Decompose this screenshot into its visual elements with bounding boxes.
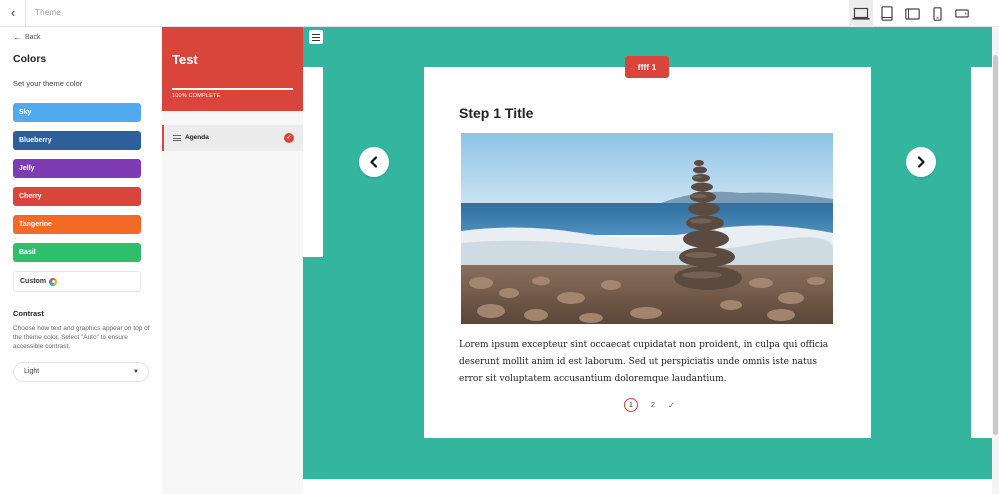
stacked-stones-photo xyxy=(461,133,833,324)
theme-settings-sidebar: ← Back Colors Set your theme color Sky B… xyxy=(0,27,162,494)
contrast-description: Choose how text and graphics appear on t… xyxy=(13,325,150,350)
colors-subtitle: Set your theme color xyxy=(13,79,83,88)
phone-portrait-icon xyxy=(932,6,942,21)
phone-landscape-view-button[interactable] xyxy=(950,0,974,27)
contrast-heading: Contrast xyxy=(13,309,44,318)
step-card: Step 1 Title Lorem ipsum excepteur sint … xyxy=(424,67,871,438)
swatch-sky[interactable]: Sky xyxy=(13,103,141,122)
outline-item-agenda[interactable]: Agenda ✓ xyxy=(162,125,303,151)
desktop-icon xyxy=(852,7,870,20)
hamburger-icon-line xyxy=(312,36,320,38)
swatch-tangerine[interactable]: Tangerine xyxy=(13,215,141,234)
caret-down-icon: ▼ xyxy=(133,369,139,375)
phone-landscape-icon xyxy=(955,9,969,18)
back-label: Back xyxy=(25,33,41,41)
back-chevron-icon[interactable]: ‹ xyxy=(6,5,20,21)
course-title: Test xyxy=(172,52,198,67)
page-indicator-1[interactable]: 1 xyxy=(624,398,638,412)
course-header: Test 100% COMPLETE xyxy=(162,27,303,111)
hamburger-icon-line xyxy=(312,39,320,41)
completed-check-icon: ✓ xyxy=(284,133,294,143)
arrow-left-icon: ← xyxy=(13,32,22,42)
progress-bar xyxy=(172,88,293,90)
outline-item-label: Agenda xyxy=(185,134,209,141)
chevron-left-icon xyxy=(370,156,378,168)
swatch-cherry[interactable]: Cherry xyxy=(13,187,141,206)
divider xyxy=(25,0,26,27)
color-wheel-icon xyxy=(49,277,58,286)
lesson-lines-icon xyxy=(173,135,181,141)
tablet-landscape-icon xyxy=(904,7,920,20)
custom-label: Custom xyxy=(20,278,47,285)
page-title: Theme xyxy=(35,8,61,17)
page-indicator-2[interactable]: 2 xyxy=(646,398,660,412)
tablet-portrait-icon xyxy=(881,6,893,21)
previous-card-edge xyxy=(303,67,323,257)
stage-footer xyxy=(303,479,992,494)
step-badge: ffff 1 xyxy=(625,56,669,78)
scrollbar-thumb[interactable] xyxy=(993,55,998,435)
tablet-landscape-view-button[interactable] xyxy=(900,0,924,27)
swatch-jelly[interactable]: Jelly xyxy=(13,159,141,178)
colors-heading: Colors xyxy=(13,53,47,65)
step-body-text: Lorem ipsum excepteur sint occaecat cupi… xyxy=(459,340,829,384)
contrast-select[interactable]: Light ▼ xyxy=(13,362,149,382)
contrast-select-value: Light xyxy=(24,368,40,375)
back-link[interactable]: ← Back xyxy=(13,32,41,42)
course-outline-panel: Test 100% COMPLETE Agenda ✓ xyxy=(162,27,303,494)
progress-bar-fill xyxy=(172,88,293,90)
hamburger-icon xyxy=(312,33,320,35)
desktop-view-button[interactable] xyxy=(849,0,873,27)
previous-step-button[interactable] xyxy=(359,147,389,177)
check-icon[interactable]: ✓ xyxy=(668,401,675,410)
vertical-scrollbar[interactable] xyxy=(992,27,999,494)
menu-button[interactable] xyxy=(309,30,323,44)
next-step-button[interactable] xyxy=(906,147,936,177)
preview-stage: Step 1 Title Lorem ipsum excepteur sint … xyxy=(303,27,992,479)
chevron-right-icon xyxy=(917,156,925,168)
swatch-basil[interactable]: Basil xyxy=(13,243,141,262)
swatch-custom[interactable]: Custom xyxy=(13,271,141,292)
step-pager: 1 2 ✓ xyxy=(624,398,675,412)
next-card-edge xyxy=(971,67,992,438)
progress-label: 100% COMPLETE xyxy=(172,93,221,99)
top-bar: ‹ Theme xyxy=(0,0,999,27)
swatch-blueberry[interactable]: Blueberry xyxy=(13,131,141,150)
tablet-portrait-view-button[interactable] xyxy=(875,0,899,27)
step-title: Step 1 Title xyxy=(459,105,534,121)
phone-portrait-view-button[interactable] xyxy=(925,0,949,27)
